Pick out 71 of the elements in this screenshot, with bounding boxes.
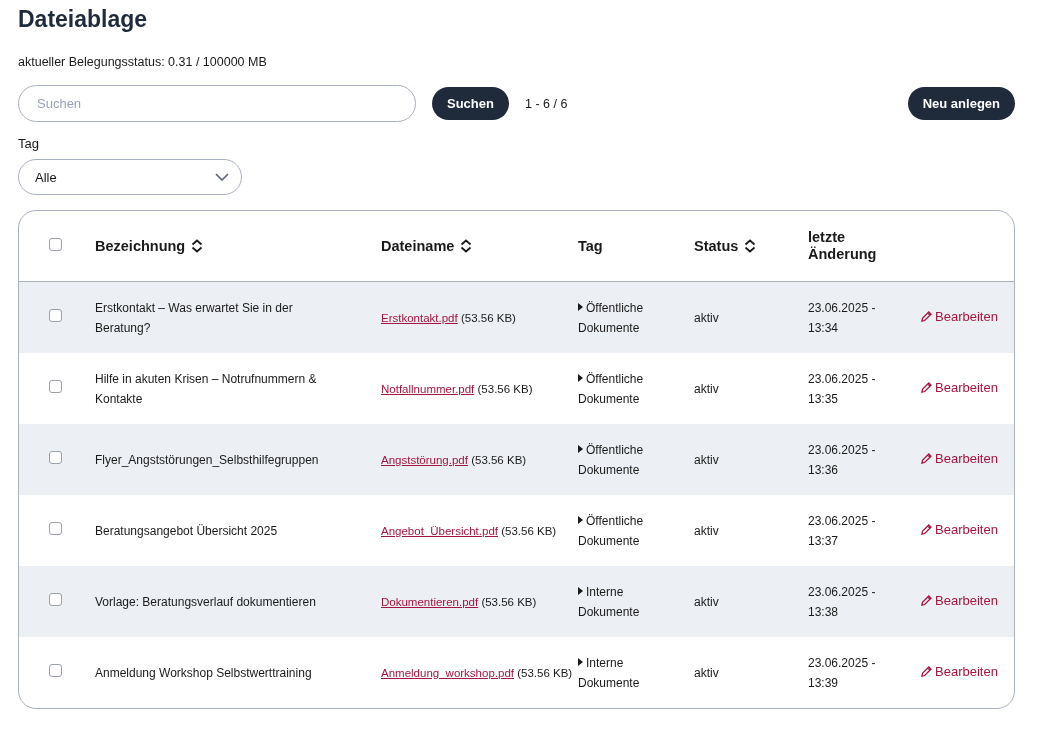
document-title: Beratungsangebot Übersicht 2025 xyxy=(95,522,278,540)
pencil-icon xyxy=(921,524,932,536)
status-text: aktiv xyxy=(694,665,719,680)
document-title: Erstkontakt – Was erwartet Sie in der Beratung? xyxy=(95,299,294,337)
column-header: letzte Änderung xyxy=(808,229,878,263)
file-size: (53.56 KB) xyxy=(471,452,527,468)
document-title: Flyer_Angststörungen_Selbsthilfegruppen xyxy=(95,451,319,469)
column-header[interactable]: Dateiname xyxy=(381,237,455,255)
sort-icon[interactable] xyxy=(460,239,473,253)
file-size: (53.56 KB) xyxy=(501,523,557,539)
checkbox[interactable] xyxy=(49,450,62,464)
result-count: 1 - 6 / 6 xyxy=(524,96,568,111)
status-text: aktiv xyxy=(694,452,719,467)
pencil-icon xyxy=(921,453,932,465)
file-size: (53.56 KB) xyxy=(477,381,533,397)
sort-icon[interactable] xyxy=(744,239,757,253)
status-text: aktiv xyxy=(694,523,719,538)
checkbox[interactable] xyxy=(49,521,62,535)
file-link[interactable]: Notfallnummer.pdf xyxy=(381,382,475,395)
modified-date: 23.06.2025 - 13:39 xyxy=(808,654,877,692)
checkbox[interactable] xyxy=(49,379,62,393)
status-text: aktiv xyxy=(694,310,719,325)
tag-label: Tag xyxy=(18,136,39,151)
edit-link[interactable]: Bearbeiten xyxy=(921,590,998,611)
status-text: aktiv xyxy=(694,594,719,609)
column-header[interactable]: Bezeichnung xyxy=(95,237,186,255)
modified-date: 23.06.2025 - 13:36 xyxy=(808,441,877,479)
edit-link[interactable]: Bearbeiten xyxy=(921,519,998,540)
document-title: Vorlage: Beratungsverlauf dokumentieren xyxy=(95,593,316,611)
file-size: (53.56 KB) xyxy=(517,665,573,681)
tag-toggle[interactable]: Öffentliche Dokumente xyxy=(578,439,658,480)
document-title: Anmeldung Workshop Selbstwerttraining xyxy=(95,664,312,682)
file-link[interactable]: Erstkontakt.pdf xyxy=(381,311,458,324)
file-link[interactable]: Angststörung.pdf xyxy=(381,453,468,466)
document-title: Hilfe in akuten Krisen – Notrufnummern & Kontakte xyxy=(95,370,318,408)
sort-icon[interactable] xyxy=(191,239,204,253)
modified-date: 23.06.2025 - 13:35 xyxy=(808,370,877,408)
file-link[interactable]: Dokumentieren.pdf xyxy=(381,595,479,608)
new-button[interactable]: Neu anlegen xyxy=(907,87,1015,120)
tag-toggle[interactable]: Öffentliche Dokumente xyxy=(578,510,658,551)
edit-link[interactable]: Bearbeiten xyxy=(921,377,998,398)
storage-usage: aktueller Belegungsstatus: 0.31 / 100000 MB xyxy=(18,55,267,69)
column-header[interactable]: Status xyxy=(694,237,739,255)
edit-link[interactable]: Bearbeiten xyxy=(921,448,998,469)
edit-link[interactable]: Bearbeiten xyxy=(921,661,998,682)
tag-toggle[interactable]: Interne Dokumente xyxy=(578,652,658,693)
pencil-icon xyxy=(921,311,932,323)
tag-toggle[interactable]: Öffentliche Dokumente xyxy=(578,368,658,409)
modified-date: 23.06.2025 - 13:38 xyxy=(808,583,877,621)
pencil-icon xyxy=(921,382,932,394)
pencil-icon xyxy=(921,595,932,607)
search-button[interactable]: Suchen xyxy=(432,87,509,120)
pencil-icon xyxy=(921,666,932,678)
file-size: (53.56 KB) xyxy=(460,310,516,326)
file-link[interactable]: Anmeldung_workshop.pdf xyxy=(381,666,514,679)
file-link[interactable]: Angebot_Übersicht.pdf xyxy=(381,524,498,537)
tag-toggle[interactable]: Interne Dokumente xyxy=(578,581,658,622)
column-header: Tag xyxy=(578,237,603,255)
search-field[interactable]: Suchen xyxy=(18,85,416,122)
checkbox[interactable] xyxy=(49,308,62,322)
checkbox[interactable] xyxy=(49,663,62,677)
chevron-down-icon xyxy=(215,173,229,181)
status-text: aktiv xyxy=(694,381,719,396)
file-size: (53.56 KB) xyxy=(481,594,537,610)
page-title: Dateiablage xyxy=(18,6,149,33)
modified-date: 23.06.2025 - 13:37 xyxy=(808,512,877,550)
modified-date: 23.06.2025 - 13:34 xyxy=(808,299,877,337)
edit-link[interactable]: Bearbeiten xyxy=(921,306,998,327)
checkbox[interactable] xyxy=(49,237,62,251)
tag-toggle[interactable]: Öffentliche Dokumente xyxy=(578,297,658,338)
checkbox[interactable] xyxy=(49,592,62,606)
